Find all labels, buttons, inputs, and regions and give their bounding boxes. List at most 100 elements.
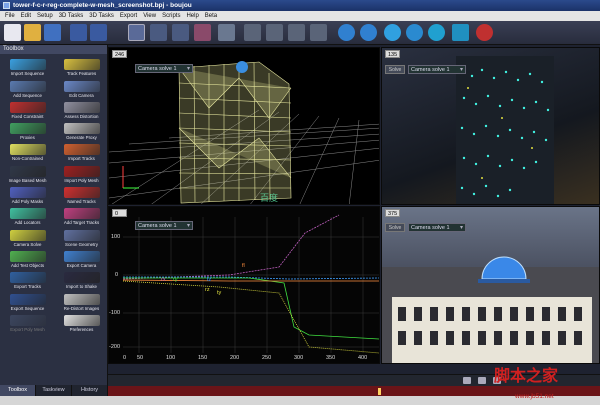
layout-triple-icon[interactable] — [288, 24, 305, 41]
tab-toolbox[interactable]: Toolbox — [0, 385, 36, 396]
frame-icon[interactable] — [452, 24, 469, 41]
save-icon[interactable] — [44, 24, 61, 41]
tool-icon — [63, 272, 100, 284]
tab-history[interactable]: History — [72, 385, 108, 396]
tool-label: Import Tracks — [68, 156, 95, 162]
menu-scripts[interactable]: Scripts — [159, 13, 183, 19]
tool-icon — [63, 59, 100, 71]
menu-file[interactable]: File — [2, 13, 18, 19]
camera-select[interactable]: Camera solve 1 — [135, 64, 193, 73]
tool-track-features[interactable]: Track Features — [56, 56, 107, 76]
camera-icon[interactable] — [463, 377, 471, 384]
tool-label: Preferences — [69, 326, 94, 332]
camera-select[interactable]: Camera solve 1 — [135, 221, 193, 230]
tool-add-test-objects[interactable]: Add Test Objects — [2, 248, 53, 268]
layout-single-icon[interactable] — [244, 24, 261, 41]
tool-add-target-tracks[interactable]: Add Target Tracks — [56, 205, 107, 225]
undo-icon[interactable] — [70, 24, 87, 41]
viewport-3d-perspective[interactable]: 246 Camera solve 1 — [108, 47, 380, 205]
curve-label: tz — [207, 277, 212, 283]
graph-icon[interactable] — [194, 24, 211, 41]
menu-help[interactable]: Help — [183, 13, 201, 19]
nav-forward-icon[interactable] — [360, 24, 377, 41]
solve-button[interactable]: Solve — [385, 223, 405, 232]
menu-view[interactable]: View — [140, 13, 159, 19]
layout-quad-icon[interactable] — [310, 24, 327, 41]
frame-number: 0 — [112, 209, 127, 217]
tool-export-tracks[interactable]: Export Tracks — [2, 269, 53, 289]
tool-icon — [63, 101, 100, 113]
playhead[interactable] — [378, 388, 381, 395]
open-folder-icon[interactable] — [24, 24, 41, 41]
viewport-curve-graph[interactable]: 0 Camera solve 1 100 0 -100 -200 0 50 10… — [108, 206, 380, 364]
camera-select[interactable]: Camera solve 1 — [408, 223, 466, 232]
tool-edit-camera[interactable]: Edit Camera — [56, 77, 107, 98]
tool-icon — [63, 293, 100, 305]
camera-curves — [122, 214, 379, 354]
view-3d-icon[interactable] — [150, 24, 167, 41]
tool-export-poly-mesh[interactable]: Export Poly Mesh — [2, 312, 53, 332]
menu-edit[interactable]: Edit — [18, 13, 34, 19]
solve-button[interactable]: Solve — [385, 65, 405, 74]
x-tick: 100 — [166, 355, 176, 361]
grid-icon[interactable] — [218, 24, 235, 41]
curve-label: rx — [161, 277, 166, 283]
x-tick: 400 — [358, 355, 368, 361]
menu-3d-tasks-a[interactable]: 3D Tasks — [56, 13, 87, 19]
nav-back-icon[interactable] — [338, 24, 355, 41]
tool-scene-geometry[interactable]: Scene Geometry — [56, 226, 107, 247]
key-icon[interactable] — [476, 24, 493, 41]
frame-number: 246 — [112, 50, 128, 58]
tool-label: Track Features — [66, 71, 97, 77]
orbit-icon[interactable] — [384, 24, 401, 41]
tool-icon — [9, 123, 46, 135]
tool-preferences[interactable]: Preferences — [56, 312, 107, 332]
viewport-image-overlay[interactable]: 375 Solve Camera solve 1 — [381, 206, 600, 364]
x-tick: 50 — [137, 355, 144, 361]
tool-image-based-mesh[interactable]: Image Based Mesh — [2, 162, 53, 183]
new-file-icon[interactable] — [4, 24, 21, 41]
tool-add-sequence[interactable]: Add Sequence — [2, 77, 53, 98]
tool-fixed-constraint[interactable]: Fixed Constraint — [2, 99, 53, 119]
tool-non-contrained[interactable]: Non-Contrained — [2, 141, 53, 161]
tool-import-tracks[interactable]: Import Tracks — [56, 141, 107, 161]
tool-label: Import Sequence — [10, 71, 45, 77]
camera-dome-marker — [236, 61, 248, 73]
tool-re-distort-images[interactable]: Re-Distort Images — [56, 290, 107, 311]
redo-icon[interactable] — [90, 24, 107, 41]
viewport-image-tracks[interactable]: 135 Solve Camera solve 1 — [381, 47, 600, 205]
globe-icon[interactable] — [406, 24, 423, 41]
test-object-dome — [481, 256, 527, 280]
tool-proxies[interactable]: Proxies — [2, 120, 53, 140]
tool-icon — [63, 187, 100, 199]
tool-icon — [63, 80, 100, 92]
tab-taskview[interactable]: Taskview — [36, 385, 72, 396]
layout-split-icon[interactable] — [266, 24, 283, 41]
toolbox-header: Toolbox — [0, 45, 107, 54]
tool-named-tracks[interactable]: Named Tracks — [56, 184, 107, 204]
record-icon[interactable] — [478, 377, 486, 384]
toolbox-grid: Import Sequence Track Features Add Sequenc… — [0, 54, 107, 334]
tool-icon — [9, 59, 46, 71]
curve-label: rz — [205, 287, 210, 293]
tool-import-to-shake[interactable]: Import to Shake — [56, 269, 107, 289]
eye-icon[interactable] — [428, 24, 445, 41]
view-2d-icon[interactable] — [128, 24, 145, 41]
tool-assess-distortion[interactable]: Assess Distortion — [56, 99, 107, 119]
tool-add-poly-masks[interactable]: Add Poly Masks — [2, 184, 53, 204]
view-curve-icon[interactable] — [172, 24, 189, 41]
menu-export[interactable]: Export — [117, 13, 140, 19]
menu-setup[interactable]: Setup — [34, 13, 56, 19]
camera-select[interactable]: Camera solve 1 — [408, 65, 466, 74]
tool-icon — [9, 272, 46, 284]
menu-beta[interactable]: Beta — [202, 13, 220, 19]
tool-generate-proxy[interactable]: Generate Proxy — [56, 120, 107, 140]
tool-export-camera[interactable]: Export Camera — [56, 248, 107, 268]
tool-add-locators[interactable]: Add Locators — [2, 205, 53, 225]
tool-export-sequence[interactable]: Export Sequence — [2, 290, 53, 311]
tool-camera-solve[interactable]: Camera Solve — [2, 226, 53, 247]
menu-3d-tasks-b[interactable]: 3D Tasks — [86, 13, 117, 19]
tool-import-sequence[interactable]: Import Sequence — [2, 56, 53, 76]
tool-import-poly-mesh[interactable]: Import Poly Mesh — [56, 162, 107, 183]
tool-icon — [63, 144, 100, 156]
